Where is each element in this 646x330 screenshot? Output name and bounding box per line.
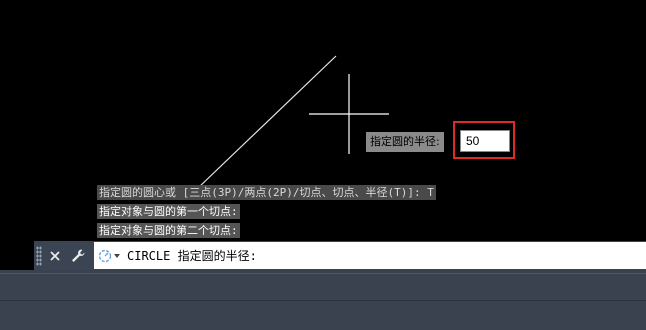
canvas-edge bbox=[0, 241, 34, 270]
command-input[interactable]: CIRCLE 指定圆的半径: bbox=[94, 242, 646, 269]
status-area bbox=[0, 270, 646, 330]
history-line: 指定对象与圆的第一个切点: bbox=[97, 204, 240, 219]
wrench-icon[interactable] bbox=[68, 245, 88, 267]
recent-commands-button[interactable] bbox=[97, 248, 121, 264]
radius-input[interactable]: 50 bbox=[460, 130, 510, 152]
command-prompt-text: CIRCLE 指定圆的半径: bbox=[127, 249, 257, 263]
divider bbox=[0, 300, 646, 301]
command-line-bar: CIRCLE 指定圆的半径: bbox=[34, 241, 646, 270]
history-line: 指定对象与圆的第二个切点: bbox=[97, 223, 240, 238]
drag-grip-icon[interactable] bbox=[36, 245, 42, 266]
history-line: 指定圆的圆心或 [三点(3P)/两点(2P)/切点、切点、半径(T)]: T bbox=[97, 185, 436, 200]
drawn-line bbox=[197, 55, 337, 189]
close-icon[interactable] bbox=[45, 245, 65, 267]
drawing-canvas[interactable]: 指定圆的半径: 50 指定圆的圆心或 [三点(3P)/两点(2P)/切点、切点、… bbox=[0, 0, 646, 240]
recent-commands-icon bbox=[98, 249, 112, 262]
chevron-down-icon bbox=[114, 253, 120, 258]
divider bbox=[0, 273, 646, 274]
dynamic-input-prompt: 指定圆的半径: bbox=[366, 132, 444, 152]
command-history: 指定圆的圆心或 [三点(3P)/两点(2P)/切点、切点、半径(T)]: T 指… bbox=[97, 181, 436, 238]
